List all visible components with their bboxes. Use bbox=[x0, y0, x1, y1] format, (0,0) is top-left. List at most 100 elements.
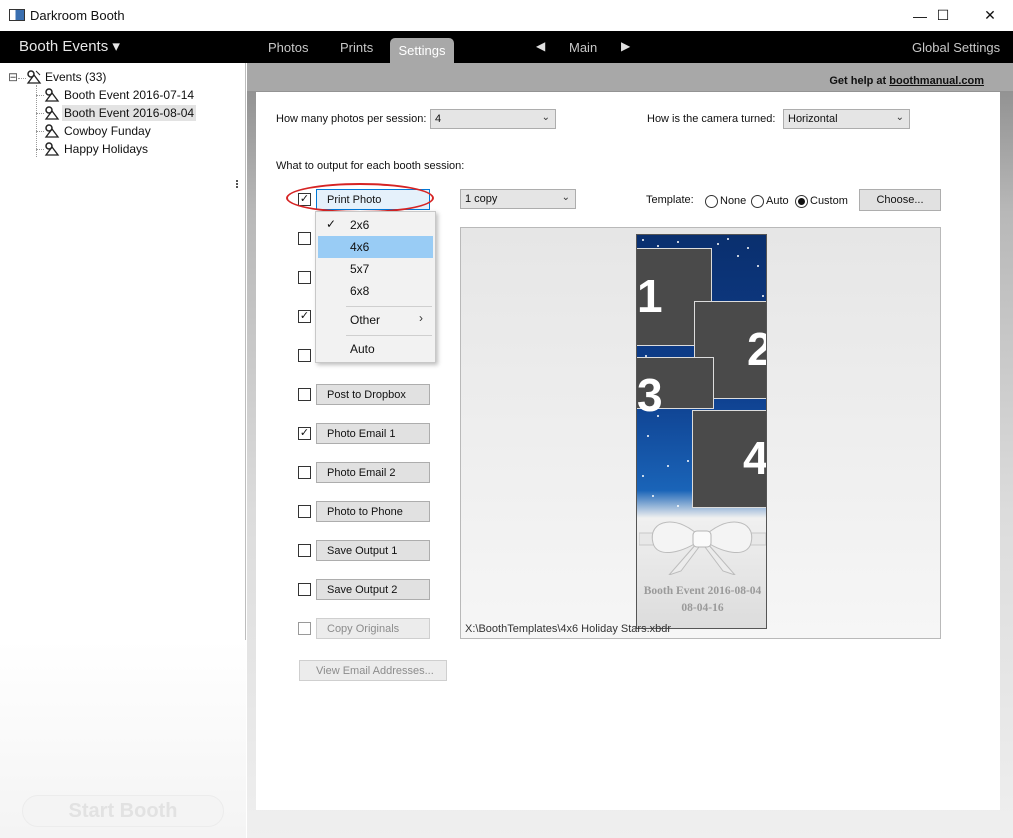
menu-item-5x7-label: 5x7 bbox=[350, 262, 370, 276]
star-dot bbox=[717, 243, 719, 245]
tree-item-cowboy-funday[interactable]: Cowboy Funday bbox=[64, 124, 151, 138]
star-dot bbox=[687, 460, 689, 462]
tree-root-label[interactable]: Events (33) bbox=[45, 70, 106, 84]
event-icon bbox=[44, 141, 60, 160]
close-button[interactable]: ✕ bbox=[967, 0, 1013, 31]
start-booth-button[interactable]: Start Booth bbox=[22, 795, 224, 827]
view-email-addresses-button[interactable]: View Email Addresses... bbox=[299, 660, 447, 681]
star-dot bbox=[737, 255, 739, 257]
template-custom-radio[interactable] bbox=[795, 195, 808, 208]
output-button[interactable]: Photo to Phone bbox=[316, 501, 430, 522]
chevron-down-icon: ⌄ bbox=[541, 112, 550, 123]
output-button[interactable]: Save Output 2 bbox=[316, 579, 430, 600]
submenu-arrow-icon: › bbox=[419, 311, 423, 325]
template-auto-label[interactable]: Auto bbox=[766, 195, 789, 207]
star-dot bbox=[762, 295, 764, 297]
help-text: Get help at boothmanual.com bbox=[829, 75, 984, 87]
chevron-down-icon: ⌄ bbox=[561, 192, 570, 203]
prev-screen-arrow-icon[interactable]: ◀ bbox=[536, 39, 545, 53]
tab-prints[interactable]: Prints bbox=[340, 40, 373, 55]
output-checkbox[interactable] bbox=[298, 349, 311, 362]
camera-orientation-select[interactable]: Horizontal ⌄ bbox=[783, 109, 910, 129]
splitter-grip-icon[interactable] bbox=[236, 180, 238, 188]
output-button[interactable]: Save Output 1 bbox=[316, 540, 430, 561]
output-checkbox[interactable] bbox=[298, 388, 311, 401]
star-dot bbox=[727, 238, 729, 240]
template-auto-radio[interactable] bbox=[751, 195, 764, 208]
star-dot bbox=[667, 465, 669, 467]
copies-value: 1 copy bbox=[465, 193, 498, 205]
global-settings-link[interactable]: Global Settings bbox=[912, 40, 1000, 55]
menu-item-auto[interactable]: Auto bbox=[318, 338, 433, 360]
tree-line bbox=[18, 78, 26, 79]
menu-item-4x6[interactable]: 4x6 bbox=[318, 236, 433, 258]
menu-item-5x7[interactable]: 5x7 bbox=[318, 258, 433, 280]
template-none-radio[interactable] bbox=[705, 195, 718, 208]
maximize-button[interactable]: ☐ bbox=[920, 0, 966, 31]
output-checkbox[interactable] bbox=[298, 232, 311, 245]
output-button[interactable]: Photo Email 1 bbox=[316, 423, 430, 444]
output-checkbox[interactable]: ✓ bbox=[298, 427, 311, 440]
check-icon: ✓ bbox=[326, 217, 337, 231]
output-button[interactable]: Photo Email 2 bbox=[316, 462, 430, 483]
menu-item-auto-label: Auto bbox=[350, 342, 375, 356]
photo-slot-4: 4 bbox=[692, 410, 767, 508]
tree-item-event-2016-08-04[interactable]: Booth Event 2016-08-04 bbox=[62, 105, 197, 121]
next-screen-arrow-icon[interactable]: ▶ bbox=[621, 39, 630, 53]
tab-settings[interactable]: Settings bbox=[390, 38, 454, 63]
events-folder-icon bbox=[26, 69, 42, 88]
tree-item-event-2016-07-14[interactable]: Booth Event 2016-07-14 bbox=[64, 88, 194, 102]
highlight-ellipse bbox=[286, 183, 434, 213]
menu-bar: Booth Events ▾ Photos Prints Settings ◀ … bbox=[0, 31, 1013, 63]
output-button[interactable]: Copy Originals bbox=[316, 618, 430, 639]
template-none-label[interactable]: None bbox=[720, 195, 746, 207]
menu-separator bbox=[346, 335, 432, 336]
current-screen-label: Main bbox=[569, 40, 598, 55]
output-button[interactable]: Post to Dropbox bbox=[316, 384, 430, 405]
photos-per-session-value: 4 bbox=[435, 113, 442, 125]
output-checkbox[interactable] bbox=[298, 505, 311, 518]
star-dot bbox=[642, 239, 644, 241]
window-title: Darkroom Booth bbox=[30, 8, 125, 23]
title-bar: Darkroom Booth — ☐ ✕ bbox=[0, 0, 1013, 31]
strip-event-title: Booth Event 2016-08-04 bbox=[643, 585, 762, 597]
output-checkbox[interactable] bbox=[298, 544, 311, 557]
output-checkbox[interactable] bbox=[298, 622, 311, 635]
photo-slot-4-number: 4 bbox=[743, 432, 767, 484]
tree-item-happy-holidays[interactable]: Happy Holidays bbox=[64, 142, 148, 156]
strip-event-date: 08-04-16 bbox=[681, 602, 724, 614]
menu-item-other[interactable]: Other › bbox=[318, 309, 433, 331]
photo-slot-3: 3 bbox=[637, 357, 714, 421]
app-icon bbox=[9, 9, 25, 21]
menu-item-6x8[interactable]: 6x8 bbox=[318, 280, 433, 302]
star-dot bbox=[647, 435, 649, 437]
template-custom-label[interactable]: Custom bbox=[810, 195, 848, 207]
menu-item-2x6[interactable]: ✓ 2x6 bbox=[318, 214, 433, 236]
paper-size-dropdown-menu: ✓ 2x6 4x6 5x7 6x8 Other › Auto bbox=[315, 211, 436, 363]
menu-item-6x8-label: 6x8 bbox=[350, 284, 370, 298]
output-checkbox[interactable]: ✓ bbox=[298, 310, 311, 323]
output-checkbox[interactable] bbox=[298, 583, 311, 596]
output-section-label: What to output for each booth session: bbox=[276, 160, 465, 172]
tab-photos[interactable]: Photos bbox=[268, 40, 308, 55]
tree-collapse-icon[interactable]: ⊟ bbox=[8, 70, 18, 84]
star-dot bbox=[657, 245, 659, 247]
menu-item-4x6-label: 4x6 bbox=[350, 240, 370, 254]
booth-events-menu[interactable]: Booth Events ▾ bbox=[19, 37, 120, 55]
help-link[interactable]: boothmanual.com bbox=[889, 75, 984, 87]
copies-select[interactable]: 1 copy ⌄ bbox=[460, 189, 576, 209]
photos-per-session-label: How many photos per session: bbox=[276, 113, 427, 125]
star-dot bbox=[642, 475, 644, 477]
output-checkbox[interactable] bbox=[298, 271, 311, 284]
star-dot bbox=[747, 247, 749, 249]
star-dot bbox=[677, 241, 679, 243]
template-strip-image: 1 2 3 4 Booth Event 2016-08-04 08-04-16 bbox=[636, 234, 767, 629]
photo-slot-2-number: 2 bbox=[747, 323, 766, 375]
help-prefix: Get help at bbox=[829, 75, 890, 87]
output-checkbox[interactable] bbox=[298, 466, 311, 479]
photo-slot-3-number: 3 bbox=[637, 369, 663, 421]
template-label: Template: bbox=[646, 194, 694, 206]
choose-template-button[interactable]: Choose... bbox=[859, 189, 941, 211]
photos-per-session-select[interactable]: 4 ⌄ bbox=[430, 109, 556, 129]
camera-orientation-label: How is the camera turned: bbox=[647, 113, 776, 125]
